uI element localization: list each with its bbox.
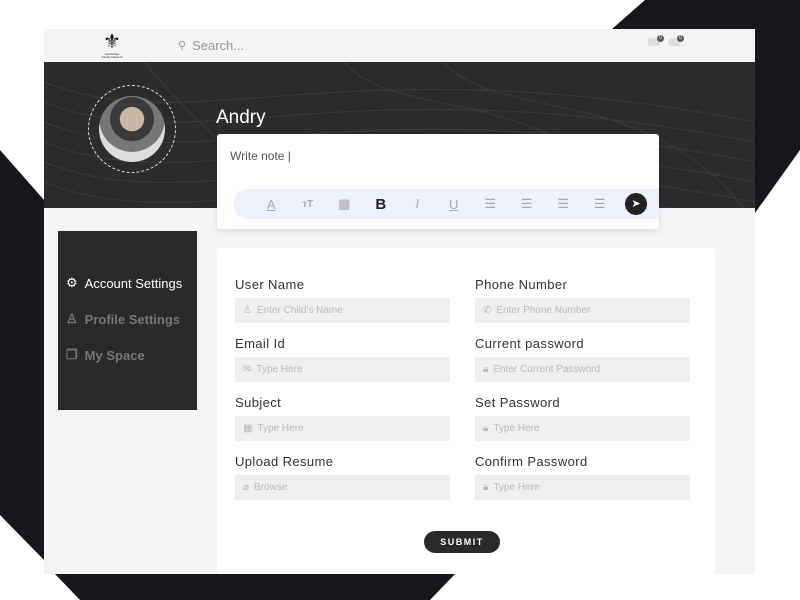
- lock-icon: 🔒︎: [483, 364, 489, 375]
- avatar[interactable]: [99, 96, 165, 162]
- sidebar: ⚙ Account Settings ♙ Profile Settings ❐ My …: [58, 231, 197, 410]
- upload-resume-field: Upload Resume ⌀ Browse: [235, 454, 450, 500]
- note-box: Write note | A тT ▩ B I U ☰ ☰ ☰ ☰ ➤: [217, 134, 659, 229]
- lock-icon: 🔒︎: [483, 482, 489, 493]
- editor-toolbar: A тT ▩ B I U ☰ ☰ ☰ ☰ ➤: [233, 189, 659, 219]
- top-bar: ⚜ Cambridge Family Network ⚲ Search... 0 …: [44, 29, 755, 62]
- search-bar[interactable]: ⚲ Search...: [178, 38, 244, 53]
- subject-input[interactable]: ▦ Type Here: [235, 416, 450, 441]
- justify-icon[interactable]: ☰: [472, 196, 509, 212]
- bold-icon[interactable]: B: [363, 196, 400, 213]
- phone-number-field: Phone Number ✆ Enter Phone Number: [475, 277, 690, 323]
- user-icon: ♙: [243, 305, 252, 316]
- paperclip-icon: ⌀: [243, 482, 250, 493]
- align-left-icon[interactable]: ☰: [509, 196, 546, 212]
- email-input[interactable]: ✉ Type Here: [235, 357, 450, 382]
- sidebar-item-profile-settings[interactable]: ♙ Profile Settings: [58, 301, 197, 337]
- avatar-frame: [88, 85, 176, 173]
- mail-icon: ✉: [243, 364, 252, 375]
- search-icon: ⚲: [178, 40, 187, 52]
- profile-name: Andry: [216, 107, 266, 128]
- align-right-icon[interactable]: ☰: [582, 196, 619, 212]
- current-password-input[interactable]: 🔒︎ Enter Current Password: [475, 357, 690, 382]
- logo[interactable]: ⚜ Cambridge Family Network: [100, 31, 124, 61]
- send-icon[interactable]: ➤: [625, 193, 647, 215]
- sidebar-item-my-space[interactable]: ❐ My Space: [58, 337, 197, 373]
- shape-left: [0, 150, 44, 560]
- lock-icon: 🔒︎: [483, 423, 489, 434]
- upload-resume-input[interactable]: ⌀ Browse: [235, 475, 450, 500]
- user-icon: ♙: [66, 311, 78, 326]
- confirm-password-field: Confirm Password 🔒︎ Type Here: [475, 454, 690, 500]
- sidebar-item-account-settings[interactable]: ⚙ Account Settings: [58, 265, 197, 301]
- phone-number-input[interactable]: ✆ Enter Phone Number: [475, 298, 690, 323]
- email-field: Email Id ✉ Type Here: [235, 336, 450, 382]
- note-input[interactable]: Write note |: [230, 149, 291, 163]
- confirm-password-input[interactable]: 🔒︎ Type Here: [475, 475, 690, 500]
- settings-form: User Name ♙ Enter Child's Name Phone Numbe…: [217, 248, 715, 574]
- search-input[interactable]: Search...: [192, 38, 244, 53]
- notifications-icon[interactable]: 0: [668, 35, 684, 46]
- shape-bottom: [55, 574, 455, 600]
- text-size-icon[interactable]: тT: [290, 199, 327, 210]
- align-center-icon[interactable]: ☰: [545, 196, 582, 212]
- calendar-icon: ▦: [243, 423, 253, 434]
- set-password-field: Set Password 🔒︎ Type Here: [475, 395, 690, 441]
- font-color-icon[interactable]: A: [253, 197, 290, 212]
- underline-icon[interactable]: U: [436, 197, 473, 212]
- copy-icon: ❐: [66, 347, 78, 362]
- user-name-field: User Name ♙ Enter Child's Name: [235, 277, 450, 323]
- italic-icon[interactable]: I: [399, 196, 436, 212]
- app-window: ⚜ Cambridge Family Network ⚲ Search... 0 …: [44, 29, 755, 574]
- user-name-input[interactable]: ♙ Enter Child's Name: [235, 298, 450, 323]
- submit-button[interactable]: SUBMIT: [424, 531, 500, 553]
- messages-icon[interactable]: 0: [648, 35, 664, 46]
- phone-icon: ✆: [483, 305, 492, 316]
- current-password-field: Current password 🔒︎ Enter Current Password: [475, 336, 690, 382]
- subject-field: Subject ▦ Type Here: [235, 395, 450, 441]
- set-password-input[interactable]: 🔒︎ Type Here: [475, 416, 690, 441]
- gear-icon: ⚙: [66, 275, 78, 290]
- image-icon[interactable]: ▩: [326, 196, 363, 212]
